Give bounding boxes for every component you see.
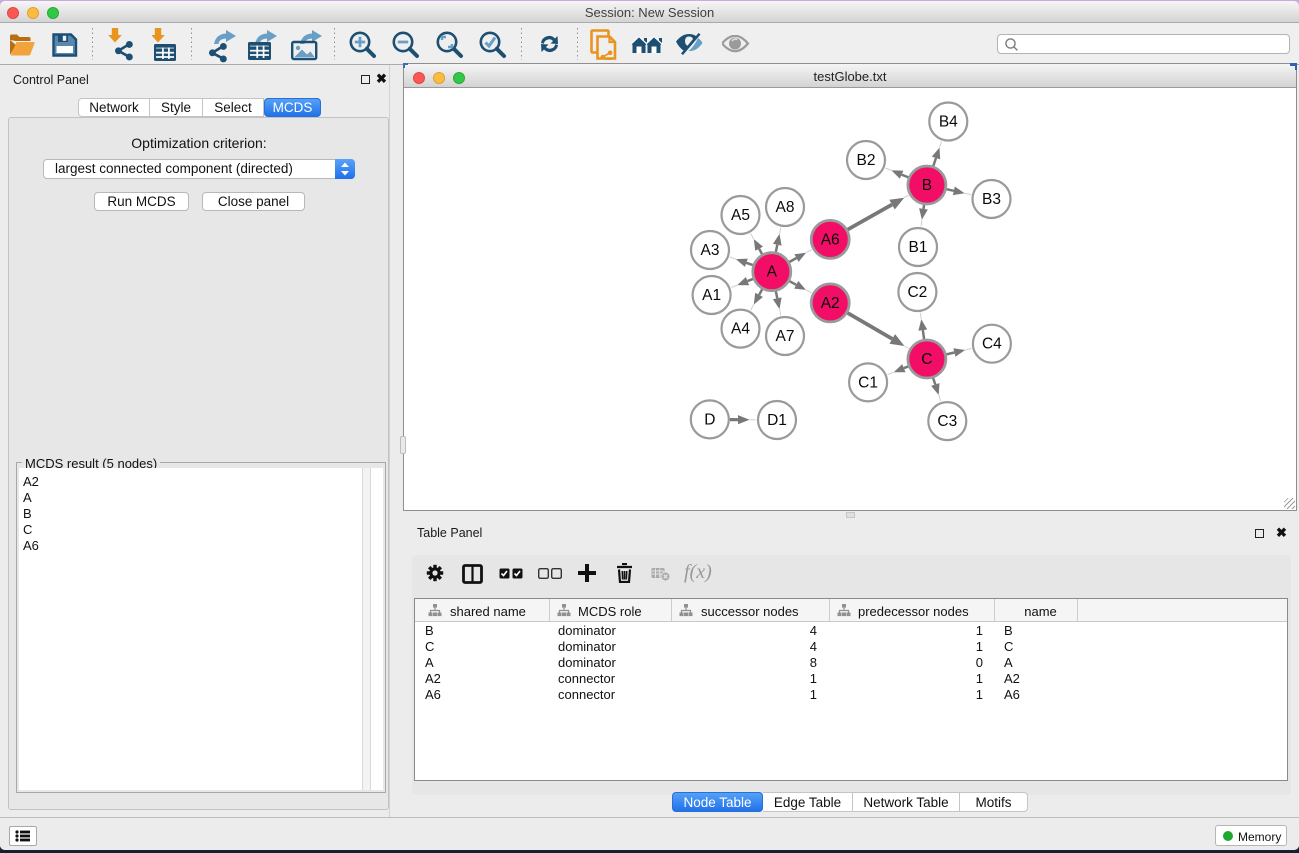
svg-text:A7: A7	[776, 328, 795, 345]
svg-text:C3: C3	[937, 413, 957, 430]
svg-text:A1: A1	[702, 287, 721, 304]
svg-text:B2: B2	[857, 152, 876, 169]
svg-text:C4: C4	[982, 336, 1002, 353]
svg-text:A6: A6	[821, 231, 840, 248]
svg-text:A4: A4	[731, 321, 750, 338]
svg-text:B3: B3	[982, 191, 1001, 208]
svg-text:D1: D1	[767, 412, 787, 429]
svg-text:B: B	[922, 177, 932, 194]
svg-text:D: D	[704, 411, 715, 428]
svg-text:A8: A8	[776, 199, 795, 216]
svg-text:A3: A3	[701, 242, 720, 259]
svg-text:A: A	[767, 264, 778, 281]
svg-text:C2: C2	[907, 284, 927, 301]
svg-text:C1: C1	[858, 374, 878, 391]
svg-text:A2: A2	[821, 295, 840, 312]
svg-text:A5: A5	[731, 207, 750, 224]
svg-text:C: C	[921, 351, 932, 368]
svg-text:B4: B4	[939, 114, 958, 131]
svg-text:B1: B1	[909, 239, 928, 256]
